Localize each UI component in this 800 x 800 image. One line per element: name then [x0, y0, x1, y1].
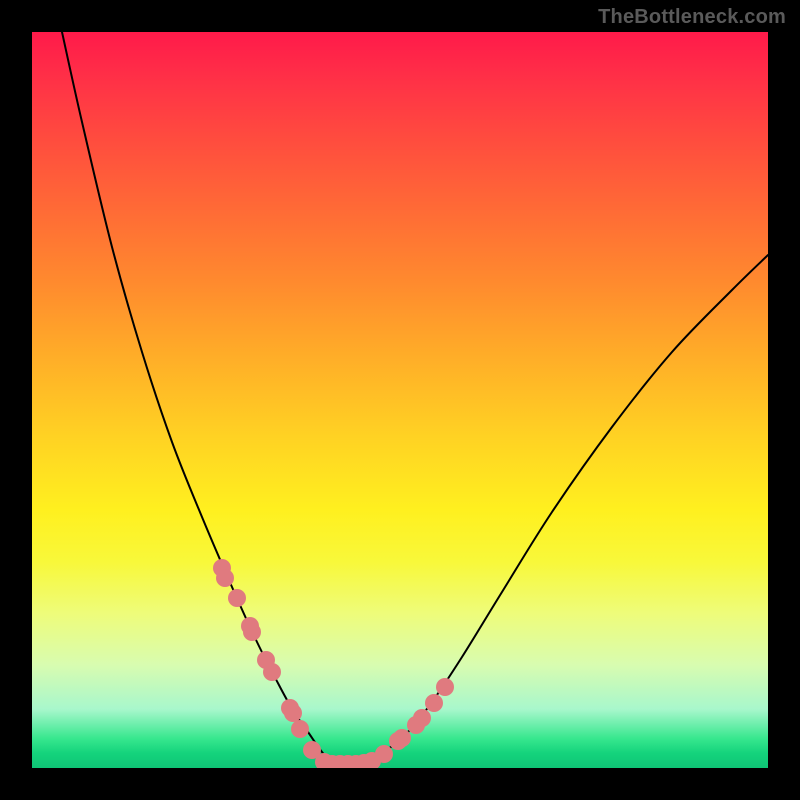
- watermark-text: TheBottleneck.com: [598, 6, 786, 29]
- bottleneck-curve: [62, 32, 768, 763]
- sample-dots: [213, 559, 454, 768]
- curve-layer: [32, 32, 768, 768]
- plot-area: [32, 32, 768, 768]
- chart-frame: TheBottleneck.com: [0, 0, 800, 800]
